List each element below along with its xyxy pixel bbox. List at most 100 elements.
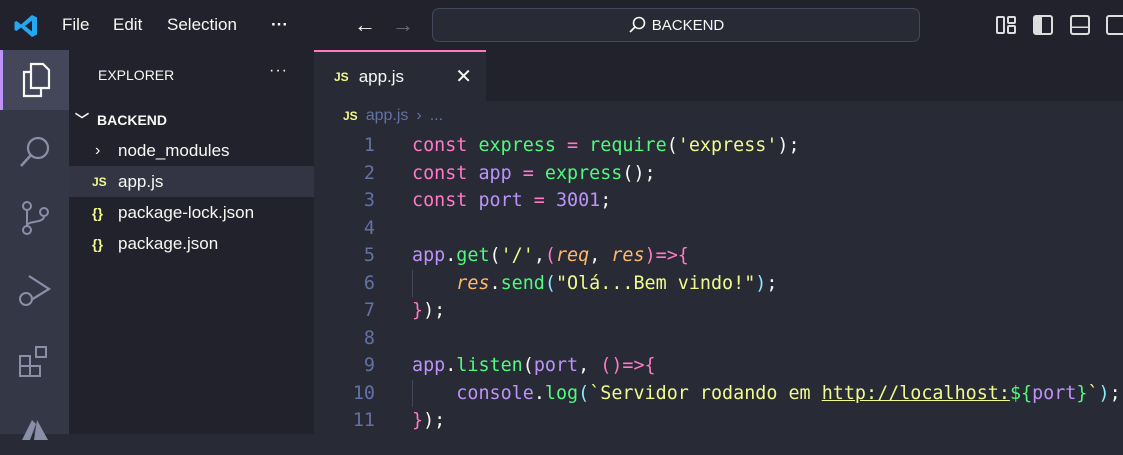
explorer-sidebar: EXPLORER ··· ﹀ BACKEND › node_modules JS ap…	[69, 50, 314, 434]
code-token: port	[1032, 382, 1077, 404]
line-number: 7	[363, 300, 375, 322]
code-token: }	[1076, 382, 1088, 404]
extensions-icon[interactable]	[0, 332, 69, 392]
line-number: 2	[363, 162, 375, 184]
code-token: ;	[1109, 382, 1121, 404]
code-token: )	[1098, 382, 1110, 404]
json-file-icon: {}	[92, 204, 103, 221]
search-text: BACKEND	[651, 16, 725, 34]
code-line: 5 app. get('/',(req, res)=>{	[320, 242, 1121, 270]
line-number: 6	[363, 272, 375, 294]
line-number: 9	[363, 355, 375, 377]
js-file-icon: JS	[334, 69, 349, 84]
source-control-icon[interactable]	[0, 188, 69, 248]
vscode-logo-icon	[14, 15, 37, 37]
code-editor[interactable]: 1 const express = require('express'); 2 con…	[320, 132, 1121, 435]
close-icon[interactable]: ✕	[455, 64, 472, 89]
code-line: 7});	[320, 297, 1121, 325]
menu-more-button[interactable]: ···	[271, 15, 288, 35]
code-token: ,	[589, 245, 612, 267]
code-token: console	[456, 382, 534, 404]
code-token: ;	[600, 190, 612, 212]
code-token: `Servidor rodando em	[589, 382, 822, 404]
code-line: 2 const app = express ();	[320, 160, 1121, 188]
code-token: app	[478, 162, 512, 184]
explorer-icon[interactable]	[0, 50, 69, 110]
folder-backend[interactable]: ﹀ BACKEND	[69, 104, 314, 135]
code-token: .	[533, 382, 545, 404]
code-line: 10 console. log(`Servidor rodando em http…	[320, 379, 1121, 407]
code-token: ${	[1009, 382, 1033, 404]
code-token: ,	[533, 245, 545, 267]
code-token: app	[412, 245, 446, 267]
customize-layout-icon[interactable]	[996, 15, 1016, 35]
tab-app-js[interactable]: JS app.js ✕	[314, 50, 486, 101]
tree-item-package-lock-json[interactable]: {} package-lock.json	[69, 197, 314, 228]
folder-label: BACKEND	[97, 111, 167, 128]
tree-item-app-js[interactable]: JS app.js	[69, 166, 314, 197]
run-debug-icon[interactable]	[0, 260, 69, 320]
code-line: 1 const express = require('express');	[320, 132, 1121, 160]
forward-arrow-icon[interactable]: →	[392, 12, 414, 38]
line-number: 11	[352, 410, 375, 432]
code-token: =	[555, 135, 590, 157]
code-token: (	[578, 382, 590, 404]
js-file-icon: JS	[343, 109, 358, 123]
activity-bar	[0, 50, 69, 440]
code-token: (	[522, 355, 534, 377]
code-line: 9 app. listen(port, ()=>{	[320, 352, 1121, 380]
toggle-secondary-sidebar-icon[interactable]	[1106, 15, 1123, 35]
search-icon[interactable]	[0, 122, 69, 182]
file-tree: ﹀ BACKEND › node_modules JS app.js {} packag…	[69, 104, 314, 259]
title-bar: File Edit Selection ··· ← → BACKEND	[0, 0, 1123, 50]
code-token: const	[412, 135, 479, 157]
code-token: http://localhost:	[821, 382, 1010, 404]
breadcrumb-file[interactable]: app.js	[366, 107, 409, 125]
code-token: res	[456, 272, 490, 294]
command-center-search[interactable]: BACKEND	[432, 8, 920, 42]
tab-label: app.js	[358, 66, 405, 86]
code-token: '/'	[500, 245, 534, 267]
breadcrumb: JS app.js › ...	[343, 107, 443, 125]
code-token: app	[412, 355, 446, 377]
code-token: .	[445, 245, 457, 267]
tree-item-node-modules[interactable]: › node_modules	[69, 135, 314, 166]
tree-item-label: app.js	[118, 171, 164, 191]
code-token: );	[423, 300, 446, 322]
toggle-sidebar-icon[interactable]	[1033, 15, 1053, 35]
tree-item-label: node_modules	[118, 140, 230, 160]
code-token: (	[544, 272, 556, 294]
back-arrow-icon[interactable]: ←	[354, 12, 376, 38]
code-token: "Olá...Bem vindo!"	[555, 272, 756, 294]
menu-edit[interactable]: Edit	[113, 15, 142, 35]
code-token: =	[511, 162, 545, 184]
code-token: log	[544, 382, 579, 404]
code-token: )=>{	[644, 245, 689, 267]
line-number: 5	[363, 245, 375, 267]
code-token: express	[544, 162, 623, 184]
indent-guide	[412, 269, 413, 297]
code-token: req	[555, 245, 590, 267]
code-line: 6 res. send("Olá...Bem vindo!");	[320, 269, 1121, 297]
toggle-panel-icon[interactable]	[1070, 15, 1090, 35]
code-token: ()=>{	[600, 355, 656, 377]
menu-file[interactable]: File	[62, 15, 89, 35]
tree-item-package-json[interactable]: {} package.json	[69, 228, 314, 259]
code-token: }	[412, 410, 424, 432]
explorer-more-button[interactable]: ···	[269, 62, 288, 80]
breadcrumb-symbol[interactable]: ...	[430, 107, 443, 125]
explorer-title: EXPLORER	[98, 67, 175, 83]
code-token: get	[456, 245, 490, 267]
code-line: 11});	[320, 407, 1121, 435]
code-token: send	[500, 272, 545, 294]
chevron-right-icon: ›	[95, 141, 101, 159]
json-file-icon: {}	[92, 235, 103, 252]
code-line: 4	[320, 215, 1121, 243]
code-token: =	[522, 190, 556, 212]
chevron-right-icon: ›	[416, 107, 422, 124]
code-token: 'express'	[677, 135, 778, 157]
menu-selection[interactable]: Selection	[167, 15, 237, 35]
azure-icon[interactable]	[0, 395, 69, 455]
